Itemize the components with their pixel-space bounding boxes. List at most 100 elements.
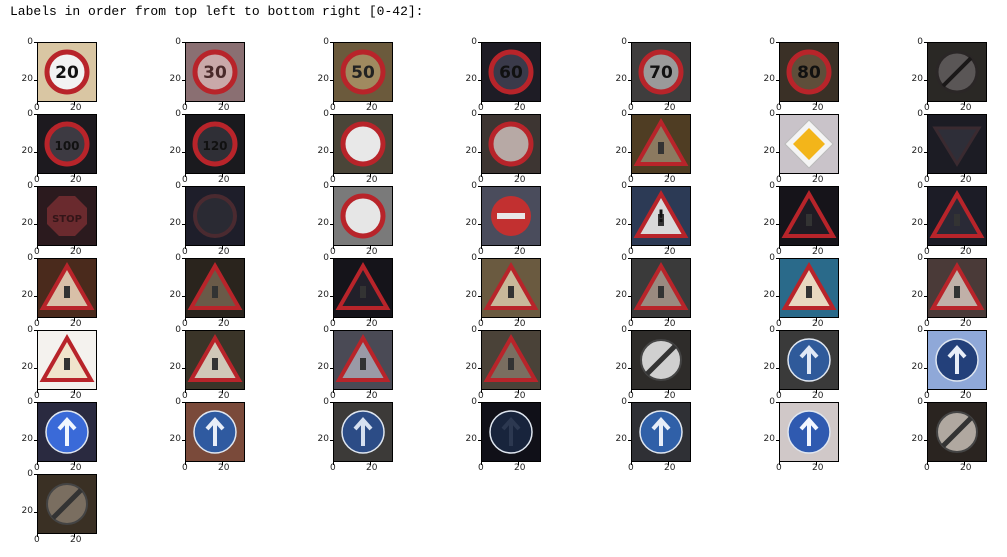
axis-tick xyxy=(34,258,37,259)
sign-image xyxy=(631,330,691,390)
sign-plot-30: 0 20 0 20 xyxy=(296,325,446,402)
sign-plot-7: 100 0 20 0 20 xyxy=(0,109,150,186)
sign-plot-20: 0 20 0 20 xyxy=(890,181,1007,258)
axis-tick xyxy=(631,246,632,249)
sign-plot-12: 0 20 0 20 xyxy=(742,109,892,186)
y-tick-label: 20 xyxy=(465,146,477,156)
sign-plot-36: 0 20 0 20 xyxy=(148,397,298,474)
sign-image xyxy=(927,42,987,102)
x-tick-label: 20 xyxy=(218,175,230,185)
sign-image xyxy=(481,258,541,318)
y-tick-label: 0 xyxy=(27,37,33,47)
sign-image: 50 xyxy=(333,42,393,102)
axis-tick xyxy=(628,224,631,225)
axis-tick xyxy=(34,440,37,441)
x-tick-label: 20 xyxy=(812,103,824,113)
axis-tick xyxy=(964,246,965,249)
sign-plot-0: 20 0 20 0 20 xyxy=(0,37,150,114)
axis-tick xyxy=(776,296,779,297)
axis-tick xyxy=(74,102,75,105)
sign-plot-26: 0 20 0 20 xyxy=(742,253,892,330)
axis-tick xyxy=(333,174,334,177)
y-tick-label: 0 xyxy=(27,181,33,191)
sign-image xyxy=(185,402,245,462)
axis-tick xyxy=(182,186,185,187)
sign-text: 100 xyxy=(54,139,79,153)
sign-image xyxy=(333,330,393,390)
axis-tick xyxy=(668,462,669,465)
axis-tick xyxy=(776,80,779,81)
axis-tick xyxy=(668,246,669,249)
axis-tick xyxy=(924,440,927,441)
axis-tick xyxy=(481,174,482,177)
y-tick-label: 0 xyxy=(621,397,627,407)
y-tick-label: 0 xyxy=(621,253,627,263)
axis-tick xyxy=(370,390,371,393)
sign-plot-15: 0 20 0 20 xyxy=(148,181,298,258)
axis-tick xyxy=(779,246,780,249)
axis-tick xyxy=(34,80,37,81)
axis-tick xyxy=(628,440,631,441)
y-tick-label: 0 xyxy=(769,253,775,263)
axis-tick xyxy=(74,318,75,321)
sign-image xyxy=(481,186,541,246)
y-tick-label: 20 xyxy=(169,146,181,156)
sign-plot-5: 80 0 20 0 20 xyxy=(742,37,892,114)
y-tick-label: 0 xyxy=(323,253,329,263)
x-tick-label: 20 xyxy=(70,535,82,545)
y-tick-label: 20 xyxy=(911,434,923,444)
y-tick-label: 20 xyxy=(615,434,627,444)
axis-tick xyxy=(631,318,632,321)
axis-tick xyxy=(74,174,75,177)
y-tick-label: 0 xyxy=(769,37,775,47)
sign-image xyxy=(631,402,691,462)
axis-tick xyxy=(776,440,779,441)
axis-tick xyxy=(628,368,631,369)
sign-plot-39: 0 20 0 20 xyxy=(594,397,744,474)
sign-image xyxy=(481,402,541,462)
axis-tick xyxy=(924,42,927,43)
axis-tick xyxy=(34,402,37,403)
axis-tick xyxy=(628,42,631,43)
axis-tick xyxy=(182,402,185,403)
sign-image xyxy=(333,186,393,246)
sign-plot-33: 0 20 0 20 xyxy=(742,325,892,402)
x-tick-label: 20 xyxy=(218,247,230,257)
sign-image xyxy=(37,474,97,534)
axis-tick xyxy=(964,174,965,177)
axis-tick xyxy=(776,114,779,115)
axis-tick xyxy=(478,402,481,403)
sign-text: 60 xyxy=(499,63,523,83)
axis-tick xyxy=(628,258,631,259)
sign-text: 20 xyxy=(55,63,79,83)
x-tick-label: 20 xyxy=(960,391,972,401)
axis-tick xyxy=(330,330,333,331)
axis-tick xyxy=(330,224,333,225)
y-tick-label: 20 xyxy=(317,218,329,228)
axis-tick xyxy=(333,462,334,465)
sign-image: 80 xyxy=(779,42,839,102)
axis-tick xyxy=(330,440,333,441)
axis-tick xyxy=(924,296,927,297)
axis-tick xyxy=(628,402,631,403)
axis-tick xyxy=(924,80,927,81)
axis-tick xyxy=(779,174,780,177)
sign-plot-19: 0 20 0 20 xyxy=(742,181,892,258)
axis-tick xyxy=(478,152,481,153)
axis-tick xyxy=(182,440,185,441)
sign-plot-4: 70 0 20 0 20 xyxy=(594,37,744,114)
axis-tick xyxy=(34,296,37,297)
sign-image xyxy=(37,402,97,462)
axis-tick xyxy=(182,296,185,297)
axis-tick xyxy=(776,258,779,259)
axis-tick xyxy=(185,390,186,393)
x-tick-label: 20 xyxy=(960,103,972,113)
y-tick-label: 0 xyxy=(471,397,477,407)
y-tick-label: 20 xyxy=(763,434,775,444)
y-tick-label: 0 xyxy=(621,109,627,119)
x-tick-label: 20 xyxy=(514,391,526,401)
sign-image: 20 xyxy=(37,42,97,102)
x-tick-label: 20 xyxy=(664,391,676,401)
x-tick-label: 20 xyxy=(812,247,824,257)
y-tick-label: 20 xyxy=(465,218,477,228)
